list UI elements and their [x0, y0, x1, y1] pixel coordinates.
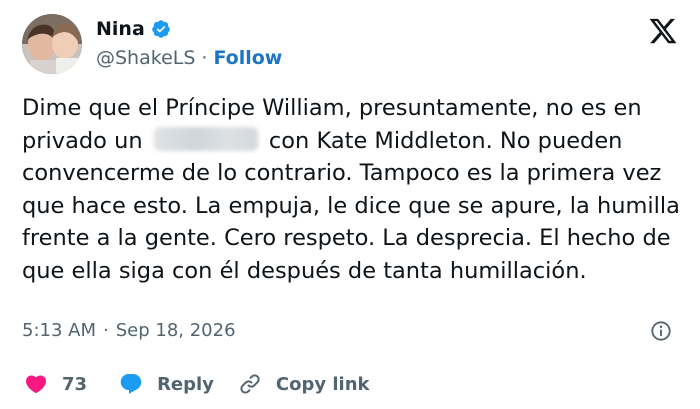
like-button[interactable]: 73: [24, 372, 87, 396]
reply-bubble-icon: [120, 374, 142, 394]
blurred-word: [153, 126, 258, 151]
tweet-time: 5:13 AM: [22, 320, 96, 341]
tweet-date: Sep 18, 2026: [115, 320, 236, 341]
author-name[interactable]: Nina: [96, 18, 145, 40]
tweet-timestamp[interactable]: 5:13 AM · Sep 18, 2026: [22, 320, 236, 341]
link-icon: [240, 374, 260, 394]
avatar[interactable]: [22, 14, 82, 74]
heart-icon: [25, 375, 47, 394]
x-logo-icon[interactable]: [648, 16, 678, 46]
follow-button[interactable]: Follow: [213, 47, 282, 69]
tweet-text: Dime que el Príncipe William, presuntame…: [22, 92, 682, 287]
copy-link-label: Copy link: [275, 373, 370, 395]
like-count: 73: [62, 373, 88, 395]
meta-separator: ·: [103, 320, 109, 341]
handle-separator: ·: [201, 47, 208, 69]
reply-label: Reply: [157, 373, 214, 395]
reply-button[interactable]: Reply: [119, 372, 214, 396]
verified-badge-icon: [152, 20, 170, 38]
author-handle[interactable]: @ShakeLS: [96, 47, 195, 69]
avatar-photo: [22, 14, 82, 74]
info-icon[interactable]: [650, 320, 672, 342]
copy-link-button[interactable]: Copy link: [238, 372, 370, 396]
